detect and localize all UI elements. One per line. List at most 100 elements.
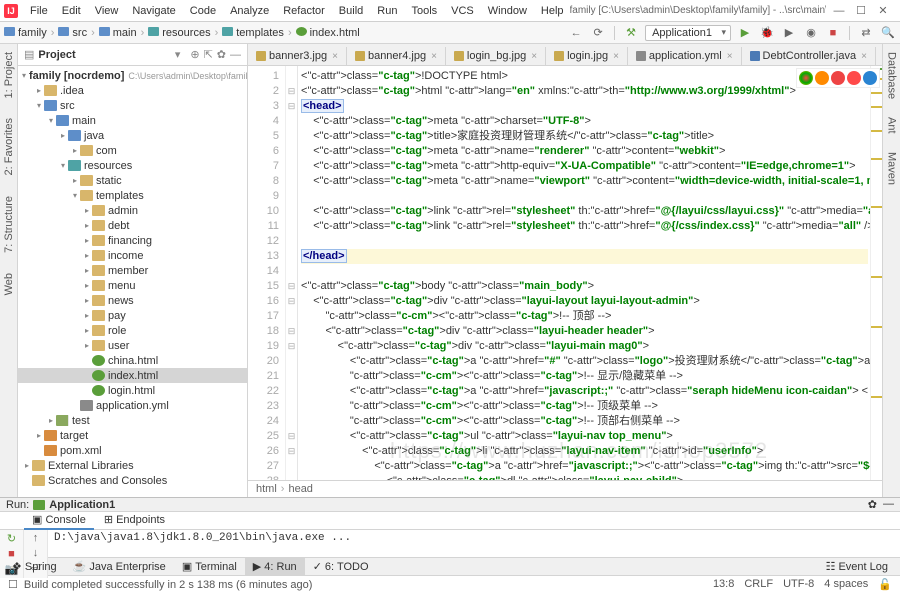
yandex-icon[interactable] — [847, 71, 861, 85]
tree-arrow-icon[interactable]: ▸ — [70, 146, 80, 155]
line-sep[interactable]: CRLF — [744, 578, 773, 591]
run-icon[interactable]: ▶ — [737, 25, 753, 41]
tree-toggle-icon[interactable]: ▤ — [24, 48, 34, 61]
tree-arrow-icon[interactable]: ▸ — [82, 281, 92, 290]
tree-arrow-icon[interactable]: ▸ — [34, 431, 44, 440]
menu-view[interactable]: View — [89, 3, 125, 19]
menu-refactor[interactable]: Refactor — [277, 3, 331, 19]
tree-row[interactable]: ▸admin — [18, 203, 247, 218]
close-tab-icon[interactable]: × — [332, 51, 338, 62]
build-icon[interactable]: ⚒ — [623, 25, 639, 41]
tree-row[interactable]: pom.xml — [18, 443, 247, 458]
tree-row[interactable]: ▸External Libraries — [18, 458, 247, 473]
editor-tab[interactable]: login_bg.jpg× — [446, 47, 546, 65]
menu-help[interactable]: Help — [535, 3, 570, 19]
tree-row[interactable]: ▸target — [18, 428, 247, 443]
menu-navigate[interactable]: Navigate — [126, 3, 181, 19]
editor-tab[interactable]: DebtController.java× — [742, 47, 876, 65]
encoding[interactable]: UTF-8 — [783, 578, 814, 591]
tree-row[interactable]: china.html — [18, 353, 247, 368]
tree-arrow-icon[interactable]: ▸ — [82, 206, 92, 215]
structure-breadcrumb[interactable]: html › head — [248, 480, 882, 497]
bottom-tab[interactable]: ✓6: TODO — [305, 558, 377, 575]
collapse-icon[interactable]: ⇱ — [204, 48, 213, 61]
tree-row[interactable]: login.html — [18, 383, 247, 398]
tree-row[interactable]: ▸financing — [18, 233, 247, 248]
menu-edit[interactable]: Edit — [56, 3, 87, 19]
toolwindow-maven[interactable]: Maven — [886, 152, 898, 185]
tree-row[interactable]: ▸user — [18, 338, 247, 353]
toolwindow-2-favorites[interactable]: 2: Favorites — [3, 118, 15, 175]
profile-icon[interactable]: ◉ — [803, 25, 819, 41]
tree-row[interactable]: ▸income — [18, 248, 247, 263]
bc-item[interactable]: html — [256, 483, 277, 495]
menu-build[interactable]: Build — [333, 3, 369, 19]
tree-row[interactable]: Scratches and Consoles — [18, 473, 247, 488]
tree-arrow-icon[interactable]: ▾ — [46, 116, 56, 125]
tree-arrow-icon[interactable]: ▸ — [46, 416, 56, 425]
tree-row[interactable]: ▸menu — [18, 278, 247, 293]
up-icon[interactable]: ↑ — [33, 532, 39, 544]
menu-window[interactable]: Window — [482, 3, 533, 19]
menu-vcs[interactable]: VCS — [445, 3, 480, 19]
caret-position[interactable]: 13:8 — [713, 578, 734, 591]
locate-icon[interactable]: ⊕ — [190, 48, 199, 61]
close-tab-icon[interactable]: × — [613, 51, 619, 62]
tree-arrow-icon[interactable]: ▸ — [82, 341, 92, 350]
project-tree[interactable]: ▾family [nocrdemo]C:\Users\admin\Desktop… — [18, 66, 247, 497]
tree-arrow-icon[interactable]: ▾ — [70, 191, 80, 200]
hide-icon[interactable]: — — [230, 49, 241, 61]
tree-row[interactable]: ▸news — [18, 293, 247, 308]
tree-arrow-icon[interactable]: ▸ — [82, 296, 92, 305]
tree-arrow-icon[interactable]: ▸ — [34, 86, 44, 95]
tree-arrow-icon[interactable]: ▸ — [82, 311, 92, 320]
crumb-item[interactable]: index.html — [296, 27, 360, 39]
rerun-icon[interactable]: ↻ — [7, 532, 16, 545]
lock-icon[interactable]: 🔓 — [878, 578, 892, 591]
event-log-button[interactable]: ☷ Event Log — [818, 558, 896, 575]
editor-tab[interactable]: banner3.jpg× — [248, 47, 347, 65]
run-hide-icon[interactable]: — — [883, 498, 894, 511]
crumb-item[interactable]: templates — [222, 27, 284, 39]
tree-row[interactable]: ▸debt — [18, 218, 247, 233]
tree-row[interactable]: ▸com — [18, 143, 247, 158]
run-gear-icon[interactable]: ✿ — [868, 498, 877, 511]
toolwindow-ant[interactable]: Ant — [886, 117, 898, 134]
gear-icon[interactable]: ✿ — [217, 48, 226, 61]
close-tab-icon[interactable]: × — [531, 51, 537, 62]
tree-row[interactable]: ▸.idea — [18, 83, 247, 98]
dropdown-icon[interactable]: ▾ — [175, 48, 181, 61]
bottom-tab[interactable]: ❖Spring — [4, 558, 65, 575]
toolwindow-database[interactable]: Database — [886, 52, 898, 99]
bottom-tab[interactable]: ▣Terminal — [174, 558, 245, 575]
crumb-item[interactable]: resources — [148, 27, 210, 39]
chrome-icon[interactable] — [799, 71, 813, 85]
toolwindow-web[interactable]: Web — [3, 273, 15, 295]
run-tab-endpoints[interactable]: ⊞ Endpoints — [96, 511, 173, 530]
toolwindow-1-project[interactable]: 1: Project — [3, 52, 15, 98]
menu-run[interactable]: Run — [371, 3, 403, 19]
back-icon[interactable]: ← — [568, 25, 584, 41]
coverage-icon[interactable]: ▶ — [781, 25, 797, 41]
tree-arrow-icon[interactable]: ▾ — [22, 71, 26, 80]
opera-icon[interactable] — [831, 71, 845, 85]
tree-row[interactable]: ▾resources — [18, 158, 247, 173]
vcs-icon[interactable]: ⇄ — [858, 25, 874, 41]
minimize-icon[interactable]: — — [832, 4, 846, 18]
crumb-item[interactable]: family — [4, 27, 47, 39]
tree-row[interactable]: ▸pay — [18, 308, 247, 323]
stop-icon[interactable]: ■ — [825, 25, 841, 41]
toolwindow-7-structure[interactable]: 7: Structure — [3, 196, 15, 253]
search-icon[interactable]: 🔍 — [880, 25, 896, 41]
tree-arrow-icon[interactable]: ▾ — [58, 161, 68, 170]
tree-row[interactable]: ▸java — [18, 128, 247, 143]
editor-tab[interactable]: login.jpg× — [546, 47, 628, 65]
firefox-icon[interactable] — [815, 71, 829, 85]
tree-row[interactable]: ▸test — [18, 413, 247, 428]
tree-row[interactable]: ▾family [nocrdemo]C:\Users\admin\Desktop… — [18, 68, 247, 83]
bottom-tab[interactable]: ☕Java Enterprise — [65, 558, 174, 575]
menu-tools[interactable]: Tools — [405, 3, 443, 19]
status-icon[interactable]: ☐ — [8, 578, 18, 591]
tree-row[interactable]: ▾main — [18, 113, 247, 128]
tree-row[interactable]: index.html — [18, 368, 247, 383]
